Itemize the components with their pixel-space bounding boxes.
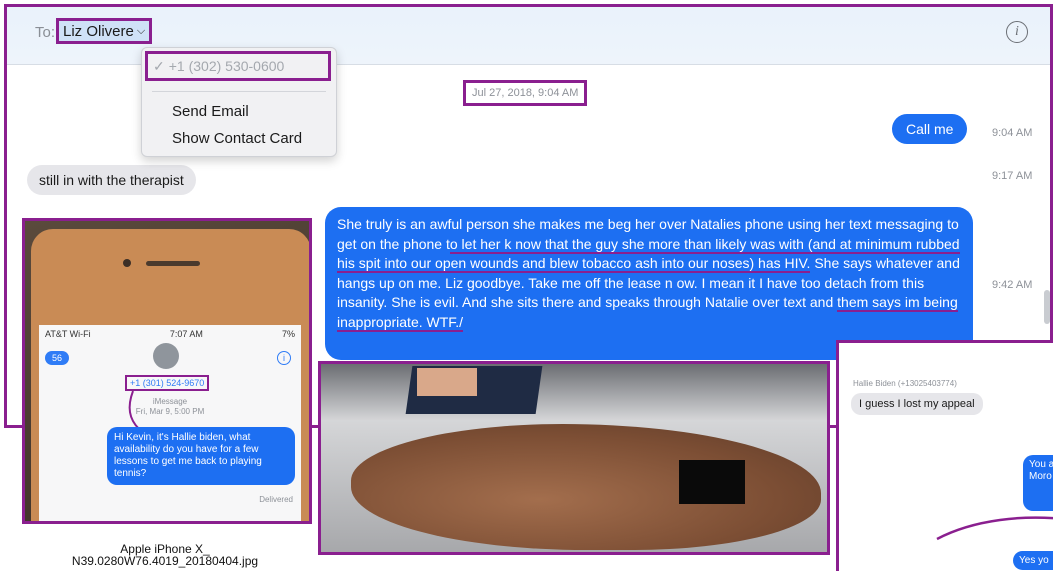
second-conversation-screenshot: Hallie Biden (+13025403774) I guess I lo…: [836, 340, 1053, 571]
phone-message-bubble: Hi Kevin, it's Hallie biden, what availa…: [107, 427, 295, 485]
dropdown-phone-number: +1 (302) 530-0600: [168, 58, 285, 74]
recipient-name: Liz Olivere: [63, 22, 134, 40]
delivered-label: Delivered: [259, 495, 293, 504]
avatar: [153, 343, 179, 369]
laptop-screen: [417, 368, 477, 396]
dropdown-separator: [152, 91, 326, 92]
incoming-message-bubble: I guess I lost my appeal: [851, 393, 983, 415]
message-time: 9:17 AM: [992, 170, 1033, 182]
imessage-header: iMessage Fri, Mar 9, 5:00 PM: [39, 397, 301, 417]
phone-body: AT&T Wi-Fi 7:07 AM 7% 56 i +1 (301) 524-…: [31, 229, 309, 521]
conversation-timestamp: Jul 27, 2018, 9:04 AM: [463, 80, 588, 106]
show-contact-card-menu-item[interactable]: Show Contact Card: [172, 130, 302, 147]
stage: To: Liz Olivere ⌵ i ✓ +1 (302) 530-0600 …: [0, 0, 1053, 571]
info-icon[interactable]: i: [1006, 21, 1028, 43]
phone-speaker: [146, 261, 200, 266]
censor-bar: [679, 460, 745, 504]
dropdown-phone-item[interactable]: ✓ +1 (302) 530-0600: [145, 51, 331, 81]
iphone-screenshot-photo: AT&T Wi-Fi 7:07 AM 7% 56 i +1 (301) 524-…: [22, 218, 312, 524]
photo-subject: [351, 424, 821, 550]
outgoing-message-bubble[interactable]: Call me: [892, 114, 968, 144]
send-email-menu-item[interactable]: Send Email: [172, 103, 249, 120]
chevron-down-icon[interactable]: ⌵: [137, 25, 145, 38]
photo-caption: Apple iPhone X_ N39.0280W76.4019_2018040…: [30, 543, 300, 567]
phone-camera: [123, 259, 131, 267]
outgoing-message-bubble-long[interactable]: She truly is an awful person she makes m…: [325, 207, 973, 360]
incoming-message-bubble[interactable]: still in with the therapist: [27, 165, 196, 195]
carrier-label: AT&T Wi-Fi: [45, 329, 91, 339]
phone-status-bar: AT&T Wi-Fi 7:07 AM 7%: [39, 329, 301, 339]
back-badge: 56: [45, 351, 69, 365]
imessage-date: Fri, Mar 9, 5:00 PM: [135, 407, 205, 416]
sender-label: Hallie Biden (+13025403774): [853, 379, 957, 388]
checkmark-icon: ✓: [153, 57, 165, 74]
info-icon: i: [277, 351, 291, 365]
recipient-dropdown-menu: ✓ +1 (302) 530-0600 Send Email Show Cont…: [141, 47, 337, 157]
recipient-token[interactable]: Liz Olivere ⌵: [56, 18, 153, 44]
message-time: 9:04 AM: [992, 127, 1033, 139]
message-time: 9:42 AM: [992, 279, 1033, 291]
outgoing-message-bubble: You a to fu Moro: [1023, 455, 1053, 511]
scrollbar-thumb[interactable]: [1044, 290, 1050, 324]
phone-screen: AT&T Wi-Fi 7:07 AM 7% 56 i +1 (301) 524-…: [39, 325, 301, 521]
to-label: To:: [35, 24, 56, 41]
phone-clock: 7:07 AM: [169, 329, 203, 339]
battery-label: 7%: [281, 329, 295, 339]
annotation-stroke: [936, 516, 1053, 541]
imessage-label: iMessage: [152, 397, 188, 406]
caption-line: N39.0280W76.4019_20180404.jpg: [71, 554, 259, 568]
bed-photo: [318, 361, 830, 555]
outgoing-message-bubble: Yes yo: [1013, 551, 1053, 570]
